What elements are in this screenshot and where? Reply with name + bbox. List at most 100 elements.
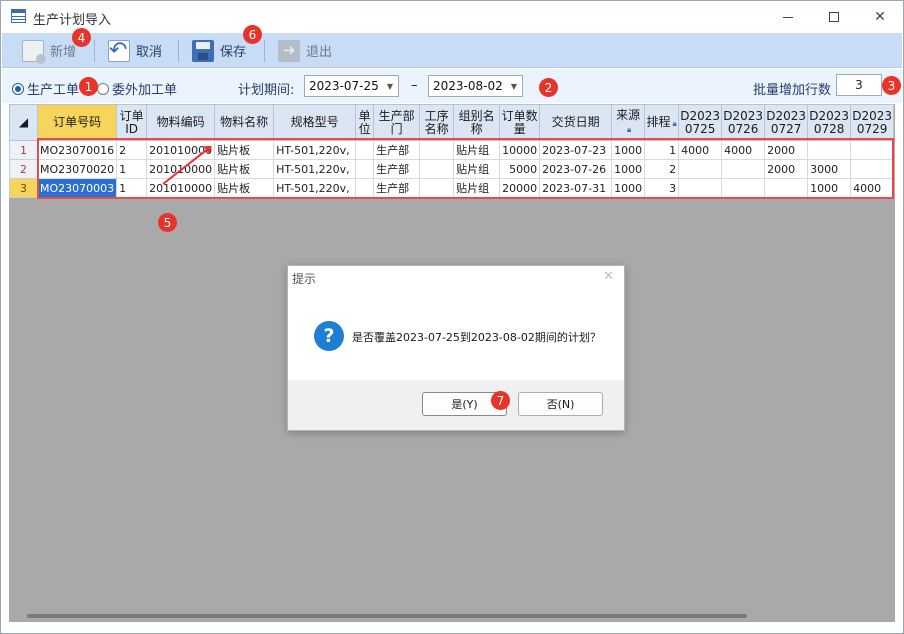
grid-corner[interactable]: ◢: [9, 104, 38, 141]
row-header[interactable]: 1: [9, 140, 38, 160]
save-button[interactable]: 保存: [188, 37, 250, 64]
cell-dept[interactable]: 生产部: [373, 140, 421, 160]
col-header-dept[interactable]: 生产部门: [373, 104, 421, 141]
col-header-spec[interactable]: 规格型号: [273, 104, 357, 141]
close-button[interactable]: ✕: [857, 1, 903, 33]
col-header-group[interactable]: 组别名称: [453, 104, 501, 141]
cell-spec[interactable]: HT-501,220v,: [273, 159, 357, 179]
cell-group[interactable]: 贴片组: [453, 140, 501, 160]
minimize-button[interactable]: [765, 1, 811, 33]
cancel-button[interactable]: 取消: [104, 37, 166, 64]
col-header-d0727[interactable]: D2023 0727: [764, 104, 809, 141]
cell-group[interactable]: 贴片组: [453, 159, 501, 179]
cell-d0729[interactable]: [850, 140, 895, 160]
radio-production-order[interactable]: 生产工单: [12, 79, 79, 98]
cell-order-no[interactable]: MO23070003: [36, 178, 118, 198]
col-header-d0729[interactable]: D2023 0729: [850, 104, 895, 141]
dialog-title: 提示: [292, 272, 317, 286]
col-header-order-id[interactable]: 订单ID: [116, 104, 148, 141]
col-header-d0725[interactable]: D2023 0725: [678, 104, 723, 141]
exit-button[interactable]: 退出: [274, 37, 336, 64]
col-header-source[interactable]: 来源 🔒︎: [611, 104, 646, 141]
cell-spec[interactable]: HT-501,220v,: [273, 140, 357, 160]
cell-d0726[interactable]: [721, 178, 766, 198]
cell-spec[interactable]: HT-501,220v,: [273, 178, 357, 198]
cell-d0728[interactable]: [807, 140, 852, 160]
cell-d0726[interactable]: [721, 159, 766, 179]
cell-d0727[interactable]: 2000: [764, 159, 809, 179]
dropdown-arrow-icon[interactable]: ▼: [506, 76, 522, 96]
cell-material-name[interactable]: 贴片板: [214, 178, 275, 198]
cell-d0726[interactable]: 4000: [721, 140, 766, 160]
cell-unit[interactable]: [355, 140, 375, 160]
col-header-process[interactable]: 工序名称: [419, 104, 455, 141]
cell-order-id[interactable]: 1: [116, 159, 148, 179]
cell-d0728[interactable]: 1000: [807, 178, 852, 198]
cell-process[interactable]: [419, 178, 455, 198]
cell-d0727[interactable]: [764, 178, 809, 198]
col-header-material-name[interactable]: 物料名称: [214, 104, 275, 141]
cell-material-name[interactable]: 贴片板: [214, 159, 275, 179]
col-header-qty[interactable]: 订单数量: [499, 104, 541, 141]
cell-dept[interactable]: 生产部: [373, 159, 421, 179]
new-label: 新增: [50, 45, 77, 60]
maximize-button[interactable]: [811, 1, 857, 33]
col-header-unit[interactable]: 单位: [355, 104, 375, 141]
no-button[interactable]: 否(N): [518, 392, 603, 416]
cell-d0725[interactable]: [678, 178, 723, 198]
table-row[interactable]: 1 MO23070016 2 201010000 贴片板 HT-501,220v, 生产部贴…: [9, 140, 895, 160]
col-header-d0726[interactable]: D2023 0726: [721, 104, 766, 141]
cell-unit[interactable]: [355, 178, 375, 198]
annotation-badge: 5: [158, 213, 177, 232]
cell-delivery[interactable]: 2023-07-31: [539, 178, 613, 198]
table-row[interactable]: 3 MO23070003 1 201010000 贴片板 HT-501,220v, 生产部贴…: [9, 178, 895, 198]
cell-qty[interactable]: 20000: [499, 178, 541, 198]
title-bar: 生产计划导入 ✕: [1, 1, 903, 33]
col-header-order-no[interactable]: 订单号码: [36, 104, 118, 141]
cell-d0729[interactable]: 4000: [850, 178, 895, 198]
cell-d0729[interactable]: [850, 159, 895, 179]
cell-order-no[interactable]: MO23070020: [36, 159, 118, 179]
dropdown-arrow-icon[interactable]: ▼: [382, 76, 398, 96]
date-from-picker[interactable]: 2023-07-25 ▼: [304, 75, 399, 97]
cell-order-no[interactable]: MO23070016: [36, 140, 118, 160]
cell-process[interactable]: [419, 159, 455, 179]
cell-schedule[interactable]: 3: [644, 178, 680, 198]
cell-material-code[interactable]: 201010000: [146, 178, 216, 198]
cell-d0725[interactable]: 4000: [678, 140, 723, 160]
cell-delivery[interactable]: 2023-07-23: [539, 140, 613, 160]
new-button[interactable]: 新增: [18, 37, 80, 64]
annotation-badge: 7: [491, 391, 510, 410]
cell-dept[interactable]: 生产部: [373, 178, 421, 198]
cell-source[interactable]: 1000: [611, 159, 646, 179]
cell-delivery[interactable]: 2023-07-26: [539, 159, 613, 179]
cell-order-id[interactable]: 2: [116, 140, 148, 160]
cell-group[interactable]: 贴片组: [453, 178, 501, 198]
minimize-icon: [783, 16, 793, 18]
row-header[interactable]: 2: [9, 159, 38, 179]
cell-source[interactable]: 1000: [611, 178, 646, 198]
cell-order-id[interactable]: 1: [116, 178, 148, 198]
cell-unit[interactable]: [355, 159, 375, 179]
cell-qty[interactable]: 5000: [499, 159, 541, 179]
cell-qty[interactable]: 10000: [499, 140, 541, 160]
col-header-schedule[interactable]: 排程 🔒︎: [644, 104, 680, 141]
cell-d0728[interactable]: 3000: [807, 159, 852, 179]
radio-outsource-order[interactable]: 委外加工单: [97, 79, 177, 98]
cell-d0725[interactable]: [678, 159, 723, 179]
cell-d0727[interactable]: 2000: [764, 140, 809, 160]
batch-rows-input[interactable]: 3: [836, 74, 882, 96]
cell-source[interactable]: 1000: [611, 140, 646, 160]
cell-schedule[interactable]: 2: [644, 159, 680, 179]
col-header-d0728[interactable]: D2023 0728: [807, 104, 852, 141]
date-to-picker[interactable]: 2023-08-02 ▼: [428, 75, 523, 97]
col-header-material-code[interactable]: 物料编码: [146, 104, 216, 141]
cell-schedule[interactable]: 1: [644, 140, 680, 160]
horizontal-scrollbar[interactable]: [27, 614, 747, 618]
dialog-close-icon[interactable]: ✕: [603, 269, 614, 284]
row-header[interactable]: 3: [9, 178, 38, 198]
col-header-delivery[interactable]: 交货日期: [539, 104, 613, 141]
table-row[interactable]: 2MO230700201201010000贴片板HT-501,220v,生产部贴…: [9, 159, 895, 179]
cell-material-name[interactable]: 贴片板: [214, 140, 275, 160]
cell-process[interactable]: [419, 140, 455, 160]
